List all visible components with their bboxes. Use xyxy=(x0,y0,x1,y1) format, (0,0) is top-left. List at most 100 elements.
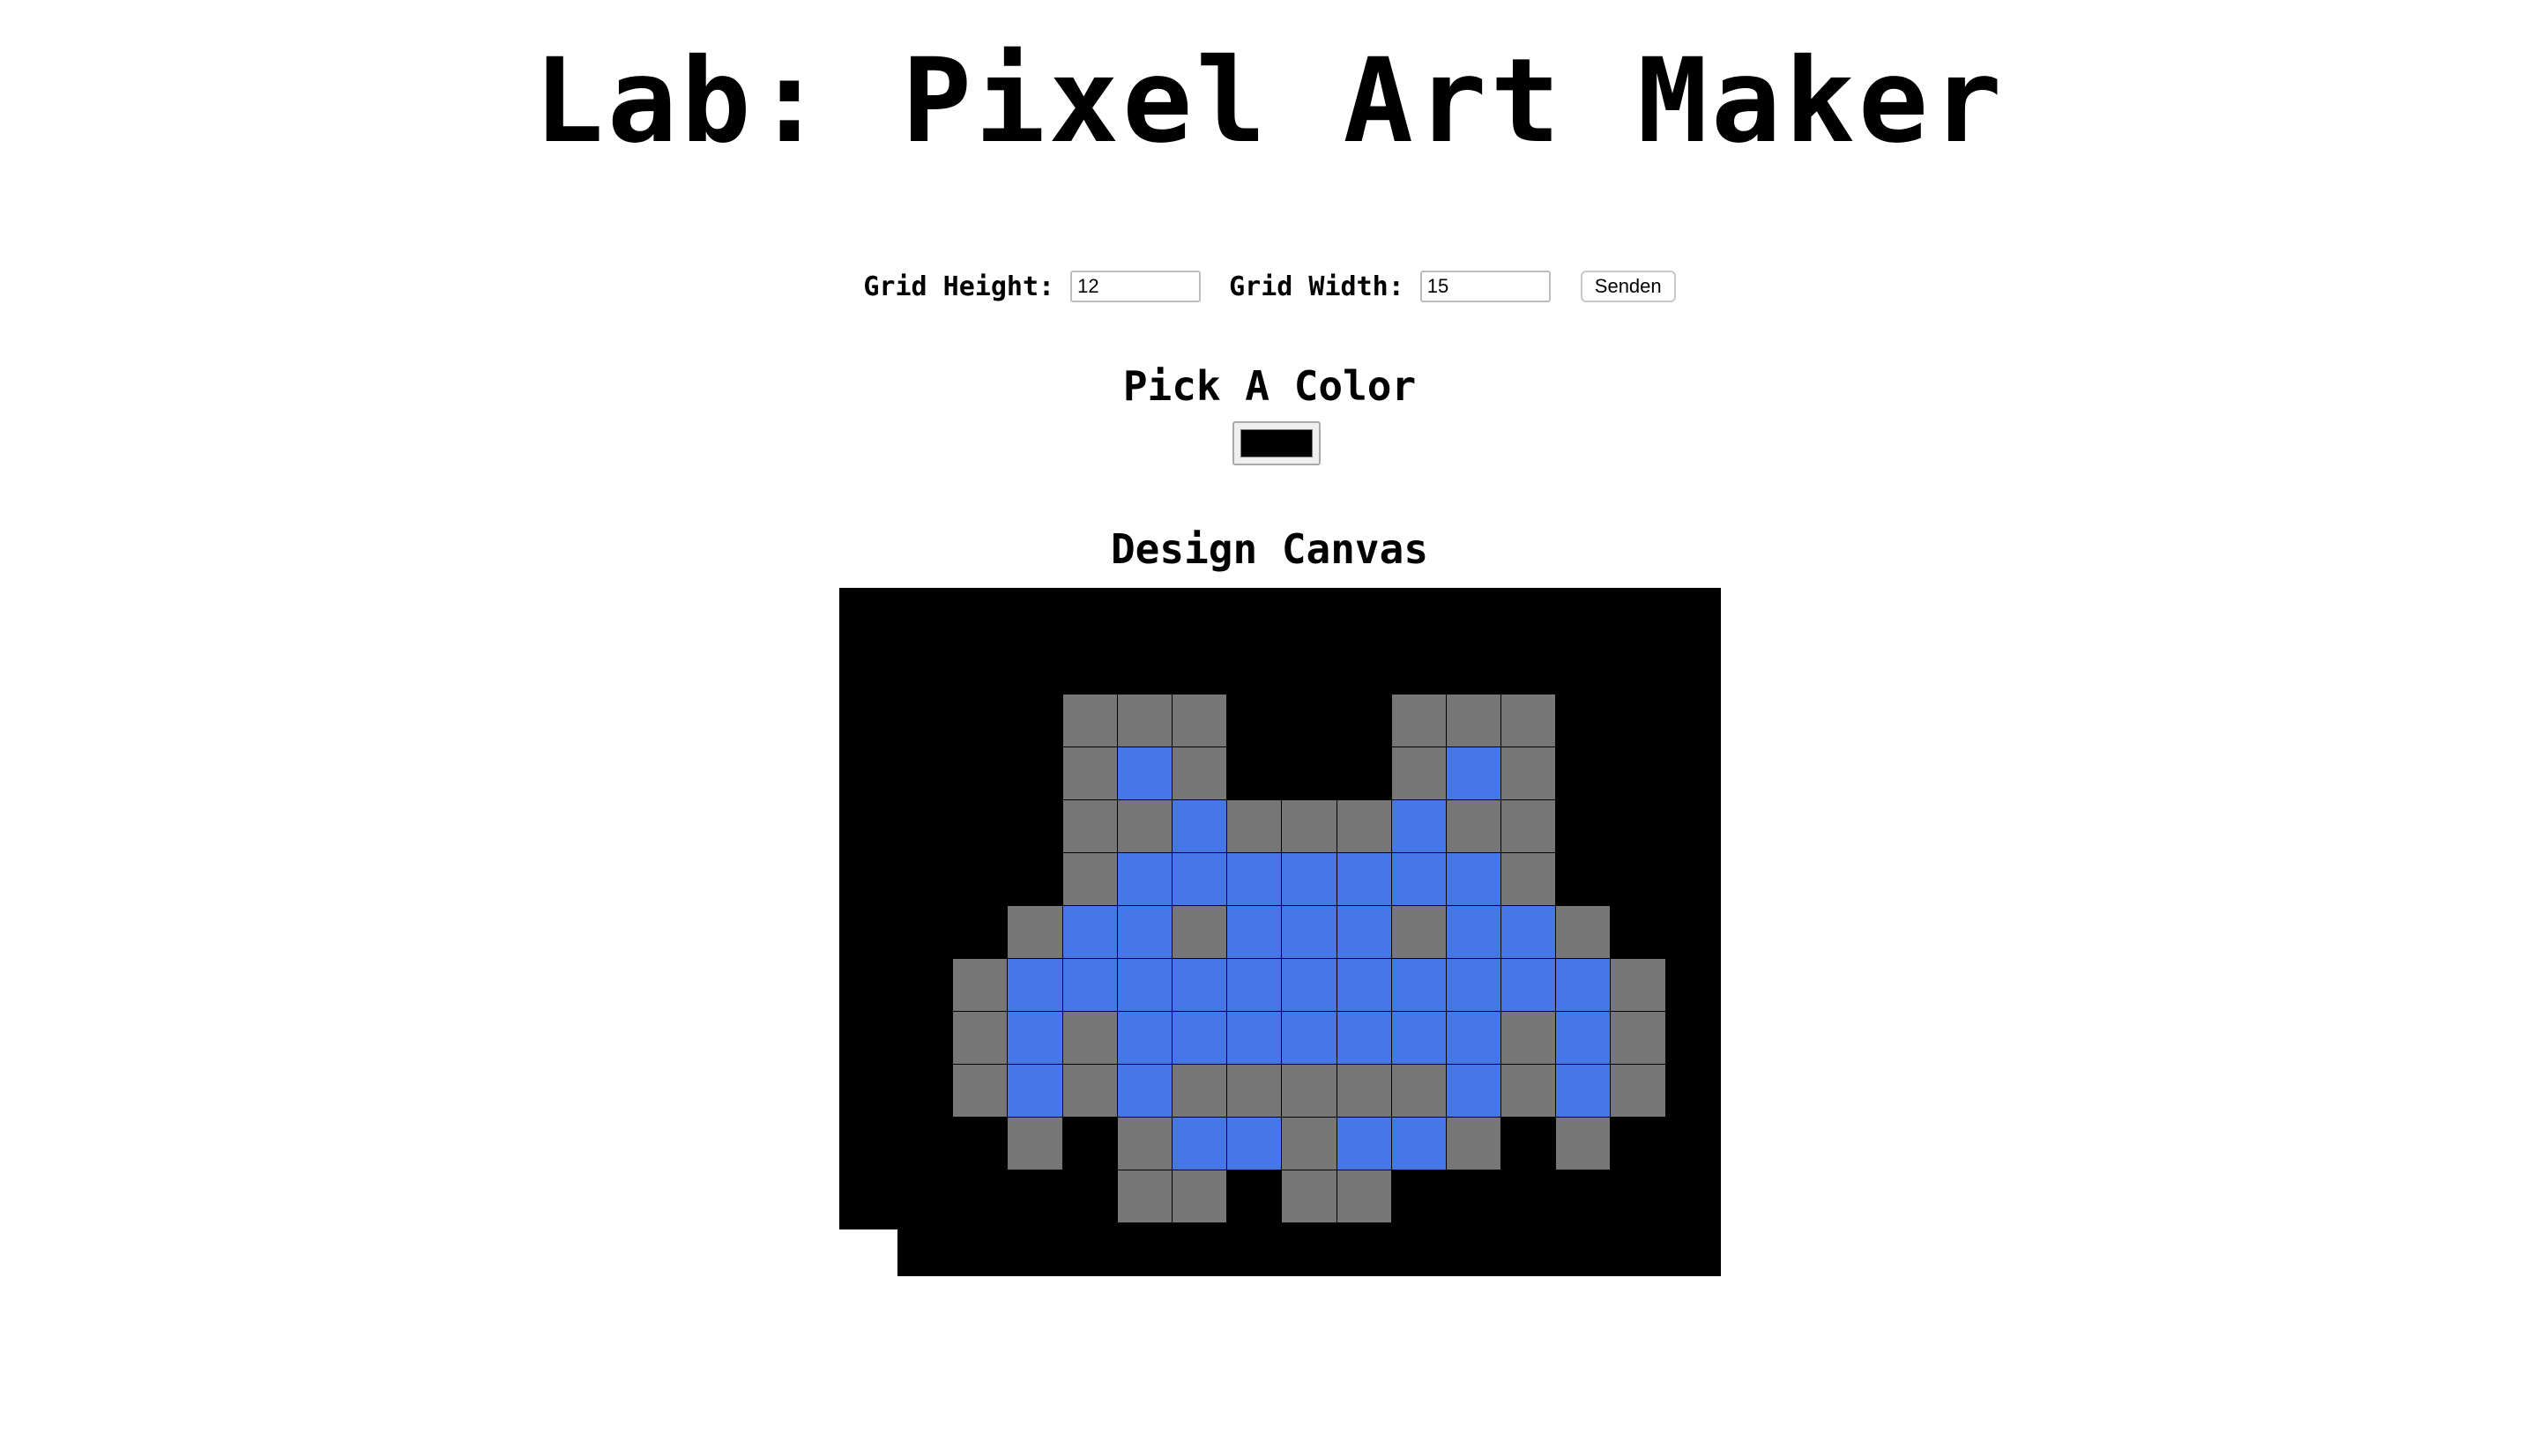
grid-cell[interactable] xyxy=(1445,958,1502,1012)
grid-cell[interactable] xyxy=(1555,958,1612,1012)
grid-cell[interactable] xyxy=(897,1117,954,1170)
grid-cell[interactable] xyxy=(1281,747,1337,800)
grid-cell[interactable] xyxy=(1336,747,1392,800)
grid-cell[interactable] xyxy=(1390,905,1447,959)
grid-cell[interactable] xyxy=(952,1064,1009,1118)
grid-cell[interactable] xyxy=(1007,1117,1063,1170)
grid-cell[interactable] xyxy=(1664,1170,1722,1223)
grid-cell[interactable] xyxy=(1226,747,1283,800)
grid-cell[interactable] xyxy=(1226,905,1283,959)
grid-cell[interactable] xyxy=(1116,1064,1173,1118)
grid-cell[interactable] xyxy=(1500,1011,1557,1065)
grid-cell[interactable] xyxy=(1116,1170,1173,1223)
grid-cell[interactable] xyxy=(1116,1222,1173,1276)
grid-cell[interactable] xyxy=(1061,747,1118,800)
grid-cell[interactable] xyxy=(1500,905,1557,959)
grid-cell[interactable] xyxy=(1610,852,1666,906)
grid-cell[interactable] xyxy=(897,1170,954,1223)
grid-cell[interactable] xyxy=(1390,747,1447,800)
grid-cell[interactable] xyxy=(1610,694,1666,747)
grid-cell[interactable] xyxy=(1116,958,1173,1012)
grid-cell[interactable] xyxy=(1226,1011,1283,1065)
grid-cell[interactable] xyxy=(897,641,954,695)
grid-cell[interactable] xyxy=(1007,852,1063,906)
grid-cell[interactable] xyxy=(1171,1222,1228,1276)
grid-cell[interactable] xyxy=(1390,799,1447,853)
grid-cell[interactable] xyxy=(1664,641,1722,695)
grid-cell[interactable] xyxy=(1445,799,1502,853)
grid-cell[interactable] xyxy=(1171,799,1228,853)
grid-cell[interactable] xyxy=(1281,1170,1337,1223)
grid-cell[interactable] xyxy=(1336,905,1392,959)
grid-cell[interactable] xyxy=(1336,694,1392,747)
grid-cell[interactable] xyxy=(1390,852,1447,906)
grid-cell[interactable] xyxy=(1445,1011,1502,1065)
grid-cell[interactable] xyxy=(1390,1222,1447,1276)
grid-cell[interactable] xyxy=(1171,958,1228,1012)
grid-cell[interactable] xyxy=(1061,1117,1118,1170)
grid-cell[interactable] xyxy=(1171,1117,1228,1170)
grid-cell[interactable] xyxy=(1171,852,1228,906)
grid-cell[interactable] xyxy=(1116,641,1173,695)
grid-cell[interactable] xyxy=(1116,852,1173,906)
grid-cell[interactable] xyxy=(1390,1170,1447,1223)
grid-cell[interactable] xyxy=(952,905,1009,959)
grid-cell[interactable] xyxy=(1500,958,1557,1012)
grid-cell[interactable] xyxy=(1061,694,1118,747)
grid-cell[interactable] xyxy=(1116,799,1173,853)
grid-cell[interactable] xyxy=(897,747,954,800)
grid-cell[interactable] xyxy=(1061,799,1118,853)
grid-cell[interactable] xyxy=(1336,641,1392,695)
grid-cell[interactable] xyxy=(1610,1064,1666,1118)
grid-cell[interactable] xyxy=(1281,852,1337,906)
grid-cell[interactable] xyxy=(1061,905,1118,959)
grid-cell[interactable] xyxy=(1281,1222,1337,1276)
grid-cell[interactable] xyxy=(1500,1222,1557,1276)
grid-cell[interactable] xyxy=(1664,694,1722,747)
grid-cell[interactable] xyxy=(1390,641,1447,695)
grid-cell[interactable] xyxy=(1664,958,1722,1012)
grid-cell[interactable] xyxy=(952,1011,1009,1065)
grid-cell[interactable] xyxy=(1226,1117,1283,1170)
grid-cell[interactable] xyxy=(1664,905,1722,959)
grid-cell[interactable] xyxy=(1336,1064,1392,1118)
grid-cell[interactable] xyxy=(897,1222,954,1276)
grid-cell[interactable] xyxy=(1445,694,1502,747)
grid-cell[interactable] xyxy=(1390,1064,1447,1118)
grid-cell[interactable] xyxy=(1281,694,1337,747)
grid-cell[interactable] xyxy=(1555,694,1612,747)
grid-cell[interactable] xyxy=(952,1117,1009,1170)
grid-cell[interactable] xyxy=(1171,1011,1228,1065)
grid-cell[interactable] xyxy=(1061,958,1118,1012)
grid-cell[interactable] xyxy=(1610,958,1666,1012)
grid-cell[interactable] xyxy=(1336,1011,1392,1065)
grid-cell[interactable] xyxy=(952,694,1009,747)
grid-cell[interactable] xyxy=(1336,958,1392,1012)
grid-cell[interactable] xyxy=(1116,747,1173,800)
grid-cell[interactable] xyxy=(1007,694,1063,747)
grid-cell[interactable] xyxy=(1664,1117,1722,1170)
grid-cell[interactable] xyxy=(952,747,1009,800)
grid-cell[interactable] xyxy=(1007,747,1063,800)
grid-cell[interactable] xyxy=(1610,1011,1666,1065)
grid-cell[interactable] xyxy=(1500,1170,1557,1223)
grid-cell[interactable] xyxy=(1445,1117,1502,1170)
grid-cell[interactable] xyxy=(1555,1011,1612,1065)
grid-cell[interactable] xyxy=(1007,905,1063,959)
grid-cell[interactable] xyxy=(897,905,954,959)
grid-cell[interactable] xyxy=(1007,1064,1063,1118)
grid-cell[interactable] xyxy=(897,852,954,906)
grid-cell[interactable] xyxy=(1171,641,1228,695)
grid-cell[interactable] xyxy=(897,958,954,1012)
grid-cell[interactable] xyxy=(1390,958,1447,1012)
grid-cell[interactable] xyxy=(1281,958,1337,1012)
grid-cell[interactable] xyxy=(1061,852,1118,906)
grid-cell[interactable] xyxy=(1336,1117,1392,1170)
grid-cell[interactable] xyxy=(1171,747,1228,800)
grid-cell[interactable] xyxy=(1061,1011,1118,1065)
grid-cell[interactable] xyxy=(1061,641,1118,695)
grid-cell[interactable] xyxy=(897,799,954,853)
grid-cell[interactable] xyxy=(1171,1064,1228,1118)
grid-cell[interactable] xyxy=(897,1011,954,1065)
grid-cell[interactable] xyxy=(1555,1064,1612,1118)
